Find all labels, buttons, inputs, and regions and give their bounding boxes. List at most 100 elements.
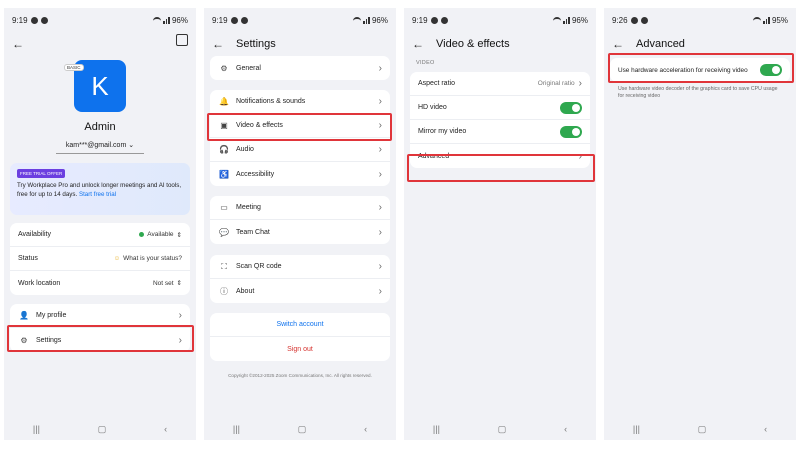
chevron-right-icon: ›	[578, 78, 582, 89]
hw-accel-description-wrap: Use hardware video decoder of the graphi…	[610, 86, 790, 100]
chevron-right-icon: ›	[378, 226, 382, 238]
accessibility-item[interactable]: ♿ Accessibility ›	[210, 162, 390, 186]
back-nav-icon[interactable]: ‹	[564, 424, 567, 434]
recents-icon[interactable]: |||	[633, 424, 640, 434]
meeting-item[interactable]: ▭ Meeting ›	[210, 196, 390, 220]
chevron-right-icon: ›	[178, 310, 182, 321]
mirror-video-item: Mirror my video	[410, 120, 590, 144]
back-arrow-icon[interactable]: ←	[12, 37, 30, 51]
home-icon[interactable]: ▢	[298, 424, 307, 435]
chat-bubble-icon: 💬	[219, 227, 229, 237]
notification-icon	[440, 16, 448, 24]
status-bar: 9:19 96%	[12, 14, 188, 26]
app-bar: ← Video & effects	[404, 34, 596, 54]
row-value: What is your status?	[123, 255, 182, 262]
start-trial-link[interactable]: Start free trial	[79, 191, 116, 198]
item-label: Notifications & sounds	[236, 98, 306, 105]
home-icon[interactable]: ▢	[698, 424, 707, 435]
notification-icon	[240, 16, 248, 24]
status-bar: 9:19 96%	[212, 14, 388, 26]
notifications-item[interactable]: 🔔 Notifications & sounds ›	[210, 90, 390, 114]
availability-row[interactable]: Availability Available ⇕	[10, 223, 190, 247]
back-arrow-icon[interactable]: ←	[212, 37, 230, 51]
work-location-row[interactable]: Work location Not set ⇕	[10, 271, 190, 295]
aspect-ratio-item[interactable]: Aspect ratio Original ratio ›	[410, 72, 590, 96]
scan-qr-item[interactable]: ⛶ Scan QR code ›	[210, 255, 390, 279]
hd-video-toggle[interactable]	[560, 101, 582, 114]
back-arrow-icon[interactable]: ←	[612, 37, 630, 51]
notification-icon	[640, 16, 648, 24]
app-bar: ← Advanced	[604, 34, 796, 54]
row-value: Available	[147, 231, 174, 238]
chevron-updown-icon: ⇕	[176, 231, 182, 239]
back-nav-icon[interactable]: ‹	[164, 424, 167, 434]
notification-icon	[230, 16, 238, 24]
hw-accel-description: Use hardware video decoder of the graphi…	[618, 86, 778, 99]
item-label: Meeting	[236, 204, 261, 211]
chevron-right-icon: ›	[378, 202, 382, 213]
headphones-icon: 🎧	[219, 145, 229, 154]
back-nav-icon[interactable]: ‹	[364, 424, 367, 434]
battery-level: 96%	[171, 15, 188, 25]
signal-icon	[563, 16, 570, 24]
item-label: Team Chat	[236, 228, 270, 236]
hd-video-item: HD video	[410, 96, 590, 120]
gear-icon: ⚙	[220, 63, 228, 73]
button-label: Switch account	[276, 321, 324, 328]
status-time: 9:19	[12, 15, 28, 25]
recents-icon[interactable]: |||	[233, 424, 240, 434]
plan-badge: BASIC	[64, 64, 84, 71]
info-card: Availability Available ⇕ Status ☺ What is yo…	[10, 223, 190, 295]
bell-icon: 🔔	[219, 97, 229, 106]
home-icon[interactable]: ▢	[498, 424, 507, 435]
notification-icon	[430, 16, 438, 24]
page-title: Video & effects	[436, 38, 510, 50]
general-card: ⚙ General ›	[210, 56, 390, 80]
item-label: General	[236, 64, 261, 72]
status-time: 9:19	[412, 15, 428, 25]
notification-icon	[30, 16, 38, 24]
email-underline	[56, 153, 144, 154]
item-label: Aspect ratio	[418, 80, 455, 87]
copyright-text: Copyright ©2012-2025 Zoom Communications…	[228, 373, 372, 378]
android-nav-bar: ||| ▢ ‹	[404, 418, 596, 440]
team-chat-item[interactable]: 💬 Team Chat ›	[210, 220, 390, 244]
signal-icon	[163, 16, 170, 24]
highlight-box-hw-accel	[608, 53, 794, 83]
page-title: Advanced	[636, 38, 685, 50]
back-nav-icon[interactable]: ‹	[764, 424, 767, 434]
android-nav-bar: ||| ▢ ‹	[204, 418, 396, 440]
chevron-right-icon: ›	[378, 62, 382, 74]
item-label: Audio	[236, 146, 254, 153]
account-email-dropdown[interactable]: kam***@gmail.com ⌄	[4, 141, 196, 149]
person-icon: 👤	[19, 311, 29, 320]
recents-icon[interactable]: |||	[33, 424, 40, 434]
emoji-icon: ☺	[113, 255, 121, 262]
button-label: Sign out	[287, 345, 313, 353]
back-arrow-icon[interactable]: ←	[412, 37, 430, 51]
row-value: Not set	[152, 279, 174, 287]
chevron-right-icon: ›	[378, 168, 382, 180]
general-item[interactable]: ⚙ General ›	[210, 56, 390, 80]
wifi-icon	[353, 17, 362, 23]
wifi-icon	[553, 17, 562, 23]
switch-account-button[interactable]: Switch account	[210, 313, 390, 337]
status-time: 9:26	[612, 15, 628, 25]
qr-code-icon[interactable]	[176, 34, 188, 46]
mirror-video-toggle[interactable]	[560, 125, 582, 138]
audio-item[interactable]: 🎧 Audio ›	[210, 138, 390, 162]
home-icon[interactable]: ▢	[98, 424, 107, 435]
highlight-box-video-effects	[207, 113, 392, 141]
about-item[interactable]: ⓘ About ›	[210, 279, 390, 303]
status-time: 9:19	[212, 15, 228, 25]
android-nav-bar: ||| ▢ ‹	[4, 418, 196, 440]
recents-icon[interactable]: |||	[433, 424, 440, 434]
item-label: Accessibility	[236, 170, 275, 178]
item-label: HD video	[418, 104, 447, 111]
profile-screen: 9:19 96% ← K BASIC Admin kam***@gmail.co…	[4, 8, 196, 440]
status-row[interactable]: Status ☺ What is your status?	[10, 247, 190, 271]
row-label: Status	[18, 255, 38, 262]
promo-card[interactable]: FREE TRIAL OFFER Try Workplace Pro and u…	[10, 163, 190, 215]
sign-out-button[interactable]: Sign out	[210, 337, 390, 361]
advanced-screen: 9:26 95% ← Advanced Use hardware accelera…	[604, 8, 796, 440]
